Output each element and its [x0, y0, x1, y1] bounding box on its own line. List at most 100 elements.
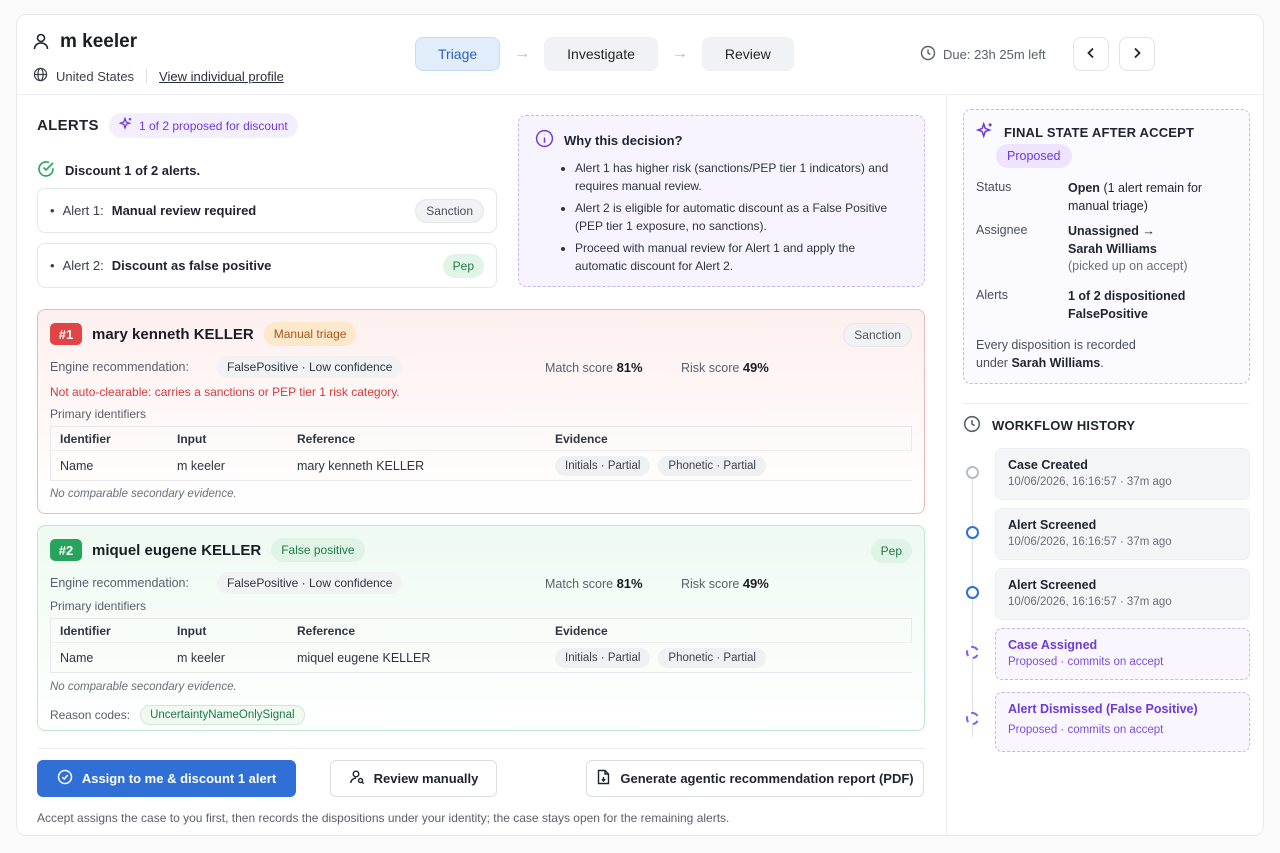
alerts-label: Alerts: [976, 288, 1008, 302]
alerts-value-line2: FalsePositive: [1068, 306, 1148, 321]
assign-discount-button[interactable]: Assign to me & discount 1 alert: [37, 760, 296, 797]
table-row: Name m keeler miquel eugene KELLER Initi…: [50, 643, 912, 672]
risk-score: Risk score 49%: [681, 360, 769, 375]
event-title: Alert Screened: [1008, 518, 1097, 532]
workflow-event-proposed[interactable]: Alert Dismissed (False Positive) Propose…: [995, 692, 1250, 752]
col-header: Evidence: [555, 431, 608, 446]
disposition-note-name: Sarah Williams: [1011, 356, 1101, 370]
sparkle-icon: [118, 116, 133, 134]
type-tag: Sanction: [843, 323, 912, 347]
assignee-value: Unassigned → Sarah Williams (picked up o…: [1068, 223, 1238, 276]
step-review[interactable]: Review: [701, 37, 794, 71]
evidence-chip: Initials · Partial: [555, 455, 651, 476]
engine-chip: FalsePositive · Low confidence: [216, 356, 403, 378]
step-investigate[interactable]: Investigate: [544, 37, 658, 71]
generate-report-button[interactable]: Generate agentic recommendation report (…: [586, 760, 924, 797]
assignee-name: Sarah Williams: [1068, 241, 1157, 256]
prev-button[interactable]: [1073, 37, 1109, 71]
alert-number: #1: [50, 323, 82, 345]
chevron-left-icon: [1085, 47, 1097, 62]
review-manually-button[interactable]: Review manually: [330, 760, 497, 797]
event-note: Proposed · commits on accept: [1008, 656, 1164, 668]
event-title: Case Assigned: [1008, 638, 1098, 652]
info-icon: [535, 129, 554, 151]
final-state-header: FINAL STATE AFTER ACCEPT: [975, 121, 1194, 143]
workflow-event[interactable]: Alert Screened 10/06/2026, 16:16:57 · 37…: [995, 568, 1250, 620]
event-dot-icon: [966, 526, 979, 539]
primary-identifiers-label: Primary identifiers: [50, 599, 147, 613]
why-title: Why this decision?: [564, 132, 683, 148]
secondary-evidence-note: No comparable secondary evidence.: [50, 681, 237, 693]
event-time: 10/06/2026, 16:16:57 · 37m ago: [1008, 476, 1172, 488]
event-note: Proposed · commits on accept: [1008, 724, 1164, 736]
assignee-note: (picked up on accept): [1068, 259, 1188, 273]
user-block: m keeler: [32, 31, 137, 53]
why-bullet: Alert 1 has higher risk (sanctions/PEP t…: [575, 160, 908, 195]
alert-value: Discount as false positive: [111, 258, 272, 273]
actions-divider: [37, 748, 925, 749]
check-circle-icon: [37, 160, 55, 181]
case-window: m keeler United States View individual p…: [16, 14, 1264, 836]
evidence-cell: Initials · Partial Phonetic · Partial: [555, 647, 766, 668]
meta-divider: [146, 69, 148, 83]
event-proposed-dot-icon: [966, 712, 979, 725]
status-label: Status: [976, 180, 1012, 194]
why-bullet: Alert 2 is eligible for automatic discou…: [575, 200, 908, 235]
why-bullet: Proceed with manual review for Alert 1 a…: [575, 240, 908, 275]
col-header: Identifier: [60, 431, 111, 446]
event-done-dot-icon: [966, 466, 979, 479]
engine-label: Engine recommendation:: [50, 576, 189, 590]
user-icon: [32, 32, 50, 53]
status-badge: False positive: [271, 538, 365, 562]
event-time: 10/06/2026, 16:16:57 · 37m ago: [1008, 536, 1172, 548]
disposition-note-end: .: [1100, 356, 1104, 370]
alert-row-2[interactable]: • Alert 2: Discount as false positive Pe…: [37, 243, 497, 288]
match-score-value: 81%: [616, 359, 643, 375]
match-score-label: Match score: [545, 576, 614, 591]
timeline-line: [972, 467, 973, 737]
cell: Name: [60, 458, 94, 473]
cell: miquel eugene KELLER: [297, 650, 431, 665]
alert-type-tag: Pep: [442, 253, 484, 278]
profile-link[interactable]: View individual profile: [159, 69, 284, 84]
step-triage[interactable]: Triage: [415, 37, 501, 71]
engine-row: Engine recommendation: FalsePositive · L…: [50, 572, 914, 594]
alert-label: Alert 2:: [62, 258, 104, 273]
workflow-header: WORKFLOW HISTORY: [963, 415, 1135, 436]
status-badge: Manual triage: [263, 322, 357, 346]
bullet: •: [50, 258, 55, 273]
col-header: Reference: [297, 431, 356, 446]
arrow-right-icon: →: [671, 45, 688, 62]
match-score-label: Match score: [545, 360, 614, 375]
proposed-badge: Proposed: [996, 144, 1072, 168]
risk-score: Risk score 49%: [681, 576, 769, 591]
card-header: #1 mary kenneth KELLER Manual triage: [50, 322, 357, 346]
cell: mary kenneth KELLER: [297, 458, 425, 473]
cell: Name: [60, 650, 94, 665]
proposed-chip-label: 1 of 2 proposed for discount: [139, 118, 288, 133]
workflow-event[interactable]: Alert Screened 10/06/2026, 16:16:57 · 37…: [995, 508, 1250, 560]
identifiers-table: Identifier Input Reference Evidence Name…: [50, 426, 912, 481]
workflow-steps: Triage → Investigate → Review: [415, 37, 794, 71]
report-label: Generate agentic recommendation report (…: [620, 771, 914, 786]
match-score: Match score 81%: [545, 576, 643, 591]
assignee-from: Unassigned →: [1068, 224, 1155, 238]
col-header: Evidence: [555, 623, 608, 638]
alerts-value: 1 of 2 dispositioned FalsePositive: [1068, 288, 1238, 323]
right-panel: FINAL STATE AFTER ACCEPT Proposed Status…: [946, 95, 1263, 835]
workflow-title: WORKFLOW HISTORY: [992, 418, 1136, 433]
col-header: Identifier: [60, 623, 111, 638]
why-bullets: Alert 1 has higher risk (sanctions/PEP t…: [575, 160, 908, 275]
risk-score-label: Risk score: [681, 360, 740, 375]
next-button[interactable]: [1119, 37, 1155, 71]
status-value-main: Open: [1068, 181, 1100, 195]
alerts-title: ALERTS: [37, 117, 99, 134]
alert-row-1[interactable]: • Alert 1: Manual review required Sancti…: [37, 188, 497, 233]
review-label: Review manually: [373, 771, 479, 786]
accept-footnote: Accept assigns the case to you first, th…: [37, 811, 730, 825]
workflow-event-proposed[interactable]: Case Assigned Proposed · commits on acce…: [995, 628, 1250, 680]
event-proposed-dot-icon: [966, 646, 979, 659]
workflow-event[interactable]: Case Created 10/06/2026, 16:16:57 · 37m …: [995, 448, 1250, 500]
why-header: Why this decision?: [535, 129, 908, 151]
evidence-chip: Initials · Partial: [555, 647, 651, 668]
